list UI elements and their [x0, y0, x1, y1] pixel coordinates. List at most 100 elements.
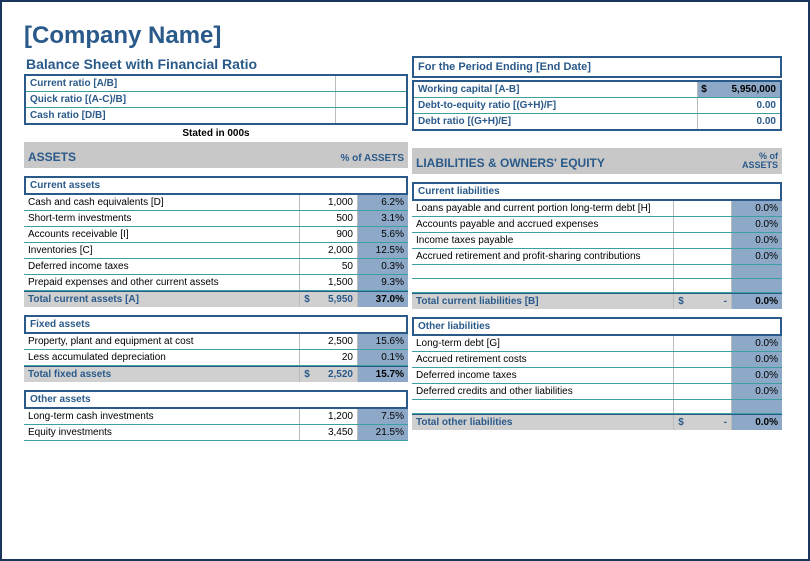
row-value [674, 368, 732, 383]
row-pct: 0.0% [732, 217, 782, 232]
row-label: Property, plant and equipment at cost [24, 334, 300, 349]
row-label: Equity investments [24, 425, 300, 440]
row-label: Accounts payable and accrued expenses [412, 217, 674, 232]
row-value [674, 384, 732, 399]
total-label: Total other liabilities [412, 415, 674, 430]
ratio-label: Cash ratio [D/B] [26, 108, 336, 123]
row-label: Long-term cash investments [24, 409, 300, 424]
company-name: [Company Name] [24, 22, 786, 50]
row-value: 2,500 [300, 334, 358, 349]
row-pct: 6.2% [358, 195, 408, 210]
row-pct: 0.0% [732, 249, 782, 264]
row-label: Deferred income taxes [412, 368, 674, 383]
total-fixed-assets: Total fixed assets $ 2,520 15.7% [24, 366, 408, 382]
row-value: 1,200 [300, 409, 358, 424]
total-other-liab: Total other liabilities $ - 0.0% [412, 414, 782, 430]
total-pct: 0.0% [732, 294, 782, 309]
row-value: 1,500 [300, 275, 358, 290]
total-value: 5,950 [314, 292, 358, 307]
total-currency: $ [300, 367, 314, 382]
row-label: Loans payable and current portion long-t… [412, 201, 674, 216]
ratio-label: Debt-to-equity ratio [(G+H)/F] [414, 98, 698, 113]
ratio-value: 0.00 [710, 114, 780, 129]
liabilities-header: LIABILITIES & OWNERS' EQUITY % ofASSETS [412, 148, 782, 174]
row-label: Accounts receivable [I] [24, 227, 300, 242]
row-label: Long-term debt [G] [412, 336, 674, 351]
section-other-assets: Other assets [24, 390, 408, 409]
row-label: Accrued retirement costs [412, 352, 674, 367]
ratio-value [336, 76, 406, 91]
row-value [674, 201, 732, 216]
row-pct: 15.6% [358, 334, 408, 349]
row-pct: 0.0% [732, 233, 782, 248]
row-pct: 0.0% [732, 201, 782, 216]
pct-assets-label: % ofASSETS [713, 152, 778, 170]
total-value: 2,520 [314, 367, 358, 382]
total-currency: $ [674, 415, 688, 430]
row-value: 3,450 [300, 425, 358, 440]
right-ratio-box: Working capital [A-B]$5,950,000 Debt-to-… [412, 80, 782, 131]
total-label: Total fixed assets [24, 367, 300, 382]
pct-assets-label: % of ASSETS [339, 153, 404, 164]
row-value [674, 249, 732, 264]
row-pct: 9.3% [358, 275, 408, 290]
empty-row [412, 400, 782, 414]
row-pct: 7.5% [358, 409, 408, 424]
total-currency: $ [674, 294, 688, 309]
assets-header-title: ASSETS [28, 150, 339, 164]
total-value: - [688, 415, 732, 430]
ratio-currency [698, 114, 710, 129]
total-current-assets: Total current assets [A] $ 5,950 37.0% [24, 291, 408, 307]
total-pct: 0.0% [732, 415, 782, 430]
row-value: 500 [300, 211, 358, 226]
row-value [674, 217, 732, 232]
total-pct: 15.7% [358, 367, 408, 382]
section-fixed-assets: Fixed assets [24, 315, 408, 334]
period-header: For the Period Ending [End Date] [412, 56, 782, 78]
empty-row [412, 265, 782, 279]
stated-in: Stated in 000s [24, 125, 408, 142]
row-pct: 21.5% [358, 425, 408, 440]
ratio-label: Debt ratio [(G+H)/E] [414, 114, 698, 129]
liab-header-title: LIABILITIES & OWNERS' EQUITY [416, 156, 713, 170]
total-pct: 37.0% [358, 292, 408, 307]
row-value: 20 [300, 350, 358, 365]
section-current-assets: Current assets [24, 176, 408, 195]
row-value: 1,000 [300, 195, 358, 210]
row-pct: 0.0% [732, 352, 782, 367]
row-value [674, 352, 732, 367]
subtitle: Balance Sheet with Financial Ratio [24, 56, 408, 72]
total-currency: $ [300, 292, 314, 307]
section-current-liab: Current liabilities [412, 182, 782, 201]
row-label: Prepaid expenses and other current asset… [24, 275, 300, 290]
ratio-value: 5,950,000 [710, 82, 780, 97]
row-pct: 0.0% [732, 384, 782, 399]
total-value: - [688, 294, 732, 309]
total-label: Total current assets [A] [24, 292, 300, 307]
row-label: Short-term investments [24, 211, 300, 226]
row-value [674, 233, 732, 248]
balance-sheet-page: [Company Name] Balance Sheet with Financ… [0, 0, 810, 561]
row-label: Less accumulated depreciation [24, 350, 300, 365]
left-ratio-box: Current ratio [A/B] Quick ratio [(A-C)/B… [24, 74, 408, 125]
row-pct: 0.3% [358, 259, 408, 274]
row-label: Deferred income taxes [24, 259, 300, 274]
ratio-value: 0.00 [710, 98, 780, 113]
ratio-label: Quick ratio [(A-C)/B] [26, 92, 336, 107]
row-label: Accrued retirement and profit-sharing co… [412, 249, 674, 264]
row-pct: 12.5% [358, 243, 408, 258]
row-value [674, 336, 732, 351]
row-pct: 0.1% [358, 350, 408, 365]
total-current-liab: Total current liabilities [B] $ - 0.0% [412, 293, 782, 309]
row-value: 50 [300, 259, 358, 274]
ratio-value [336, 92, 406, 107]
row-pct: 0.0% [732, 368, 782, 383]
ratio-value [336, 108, 406, 123]
row-pct: 5.6% [358, 227, 408, 242]
row-pct: 0.0% [732, 336, 782, 351]
row-value: 900 [300, 227, 358, 242]
row-label: Inventories [C] [24, 243, 300, 258]
row-value: 2,000 [300, 243, 358, 258]
assets-header: ASSETS % of ASSETS [24, 142, 408, 168]
ratio-label: Current ratio [A/B] [26, 76, 336, 91]
